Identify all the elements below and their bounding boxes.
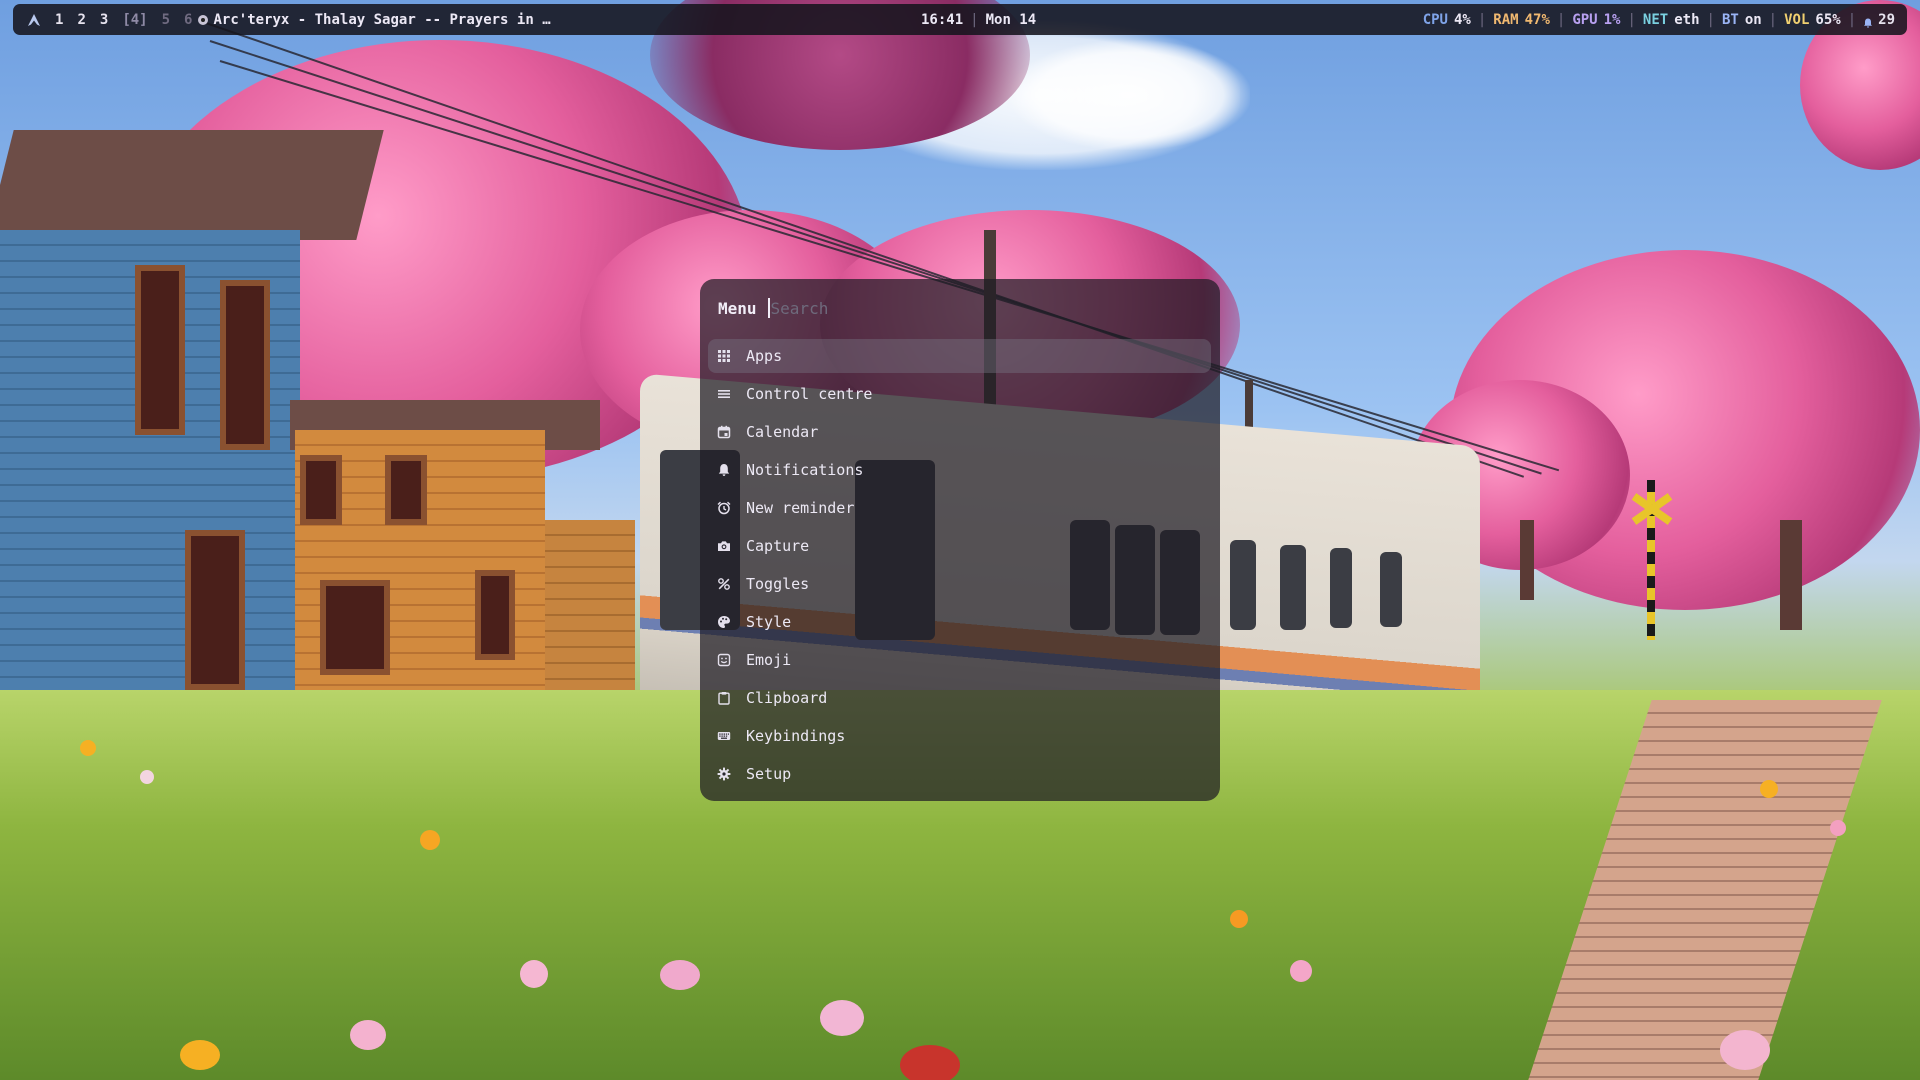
menu-item-emoji[interactable]: Emoji (708, 643, 1211, 677)
top-bar: 1 2 3 [4] 5 6 Arc'teryx - Thalay Sagar -… (13, 4, 1907, 35)
net-value[interactable]: eth (1674, 12, 1699, 28)
separator: | (1768, 11, 1778, 28)
music-disc-icon (198, 14, 209, 25)
menu-item-label: Clipboard (746, 689, 828, 707)
alarm-clock-icon (717, 501, 731, 515)
bt-label: BT (1721, 11, 1739, 28)
clock[interactable]: 16:41 | Mon 14 (921, 4, 1036, 35)
menu-item-label: Setup (746, 765, 792, 783)
workspace-1[interactable]: 1 (55, 12, 63, 28)
menu-item-label: Notifications (746, 461, 864, 479)
bell-icon[interactable] (1863, 16, 1873, 28)
menu-lines-icon (717, 387, 731, 401)
separator: | (1847, 11, 1857, 28)
workspace-4-active[interactable]: [4] (122, 12, 147, 28)
palette-icon (717, 615, 731, 629)
gear-icon (717, 767, 731, 781)
camera-icon (717, 539, 731, 553)
vol-value[interactable]: 65% (1815, 12, 1840, 28)
calendar-icon (717, 425, 731, 439)
menu-item-notifications[interactable]: Notifications (708, 453, 1211, 487)
separator: | (1706, 11, 1715, 28)
bell-icon (717, 463, 731, 477)
clipboard-icon (717, 691, 731, 705)
menu-item-label: Capture (746, 537, 810, 555)
launcher-title: Menu (718, 298, 757, 318)
menu-item-label: Keybindings (746, 727, 846, 745)
toggle-slash-icon (717, 577, 731, 591)
cpu-label: CPU (1422, 11, 1448, 28)
ram-label: RAM (1493, 11, 1519, 28)
clock-time: 16:41 (921, 11, 964, 28)
notifications-count[interactable]: 29 (1878, 12, 1895, 28)
menu-item-toggles[interactable]: Toggles (708, 567, 1211, 601)
search-input[interactable] (769, 298, 1171, 318)
gpu-label: GPU (1572, 11, 1598, 28)
keyboard-icon (717, 729, 731, 743)
separator: | (970, 11, 979, 28)
active-window-title[interactable]: Arc'teryx - Thalay Sagar -- Prayers in … (213, 12, 550, 28)
clock-date: Mon 14 (985, 11, 1037, 28)
menu-item-label: Control centre (746, 385, 873, 403)
separator: | (1477, 11, 1487, 28)
desktop: 1 2 3 [4] 5 6 Arc'teryx - Thalay Sagar -… (0, 0, 1920, 1080)
menu-item-label: Apps (746, 347, 783, 365)
emoji-icon (717, 653, 731, 667)
menu-item-label: Style (746, 613, 792, 631)
grid-icon (717, 349, 731, 363)
separator: | (1627, 11, 1636, 28)
menu-item-label: Emoji (746, 651, 792, 669)
menu-item-label: Toggles (746, 575, 810, 593)
arch-logo-icon[interactable] (27, 13, 41, 27)
launcher-header: Menu (718, 294, 1171, 322)
workspace-3[interactable]: 3 (100, 12, 108, 28)
cpu-value: 4% (1454, 11, 1471, 28)
menu-item-keybindings[interactable]: Keybindings (708, 719, 1211, 753)
workspace-5[interactable]: 5 (162, 12, 170, 28)
menu-item-label: New reminder (746, 499, 855, 517)
menu-item-control-centre[interactable]: Control centre (708, 377, 1211, 411)
menu-item-calendar[interactable]: Calendar (708, 415, 1211, 449)
menu-item-setup[interactable]: Setup (708, 757, 1211, 791)
vol-label: VOL (1784, 11, 1810, 28)
workspace-6[interactable]: 6 (184, 12, 192, 28)
separator: | (1556, 11, 1566, 28)
workspace-switcher: 1 2 3 [4] 5 6 Arc'teryx - Thalay Sagar -… (27, 12, 551, 28)
menu-item-label: Calendar (746, 423, 819, 441)
menu-item-new-reminder[interactable]: New reminder (708, 491, 1211, 525)
launcher-menu: Menu Apps Control centre Cale (700, 279, 1220, 801)
menu-item-capture[interactable]: Capture (708, 529, 1211, 563)
gpu-value: 1% (1603, 11, 1621, 28)
net-label: NET (1642, 11, 1669, 28)
workspace-2[interactable]: 2 (77, 12, 85, 28)
bt-value[interactable]: on (1745, 12, 1762, 28)
menu-item-apps[interactable]: Apps (708, 339, 1211, 373)
system-stats: CPU 4% | RAM 47% | GPU 1% | NET eth | BT… (1423, 4, 1895, 35)
ram-value: 47% (1524, 11, 1550, 28)
menu-item-clipboard[interactable]: Clipboard (708, 681, 1211, 715)
launcher-menu-list: Apps Control centre Calendar Notificatio… (708, 339, 1211, 795)
menu-item-style[interactable]: Style (708, 605, 1211, 639)
